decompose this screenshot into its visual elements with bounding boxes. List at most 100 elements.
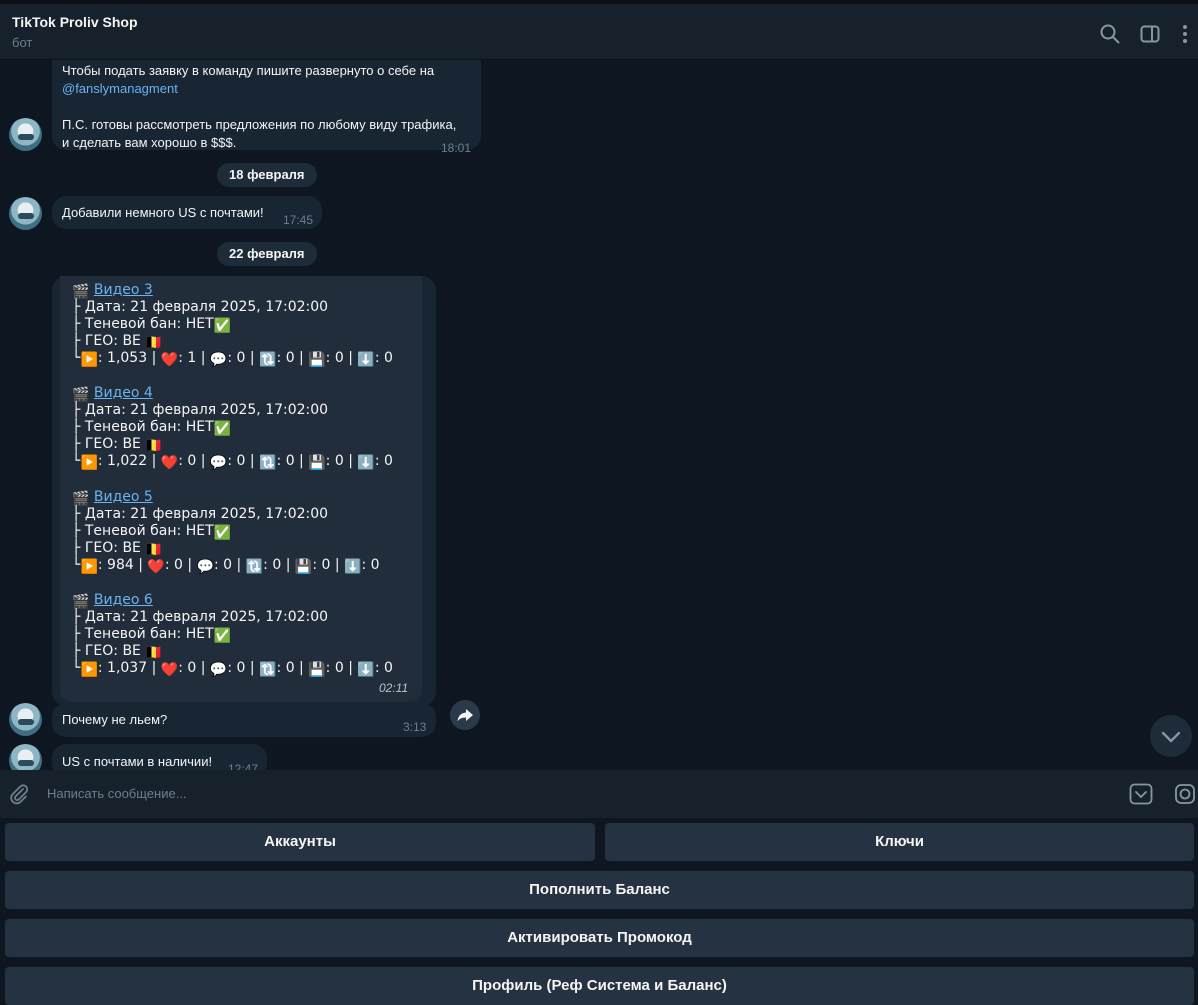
play-icon: ▶️ [80, 559, 98, 575]
topup-balance-button[interactable]: Пополнить Баланс [5, 871, 1194, 909]
chat-history[interactable]: Чтобы подать заявку в команду пишите раз… [0, 60, 1198, 770]
video-shadowban: ├ Теневой бан: НЕТ [72, 316, 214, 332]
downloads-count: 0 [384, 660, 393, 676]
save-icon: 💾 [308, 352, 326, 368]
message-text: и сделать вам хорошо в $$$. [62, 135, 237, 150]
quoted-message[interactable]: 🎬 Видео 3 ├ Дата: 21 февраля 2025, 17:02:… [60, 276, 422, 702]
forward-icon [457, 709, 473, 722]
heart-icon: ❤️ [160, 455, 179, 471]
save-icon: 💾 [294, 559, 313, 575]
play-icon: ▶️ [80, 352, 98, 368]
likes-count: 1 [187, 350, 197, 366]
paperclip-icon[interactable] [8, 783, 30, 805]
views-count: 1,022 [107, 453, 148, 469]
save-icon: 💾 [308, 455, 326, 471]
video-link[interactable]: Видео 4 [94, 385, 153, 401]
message-bubble[interactable]: US с почтами в наличии! 12:47 [52, 744, 267, 770]
video-shadowban: ├ Теневой бан: НЕТ [72, 523, 214, 539]
bot-avatar[interactable] [9, 118, 42, 151]
video-stat-block: 🎬 Видео 4 ├ Дата: 21 февраля 2025, 17:02:… [72, 385, 393, 471]
keys-button[interactable]: Ключи [605, 823, 1194, 861]
comment-icon: 💬 [196, 559, 214, 575]
accounts-button[interactable]: Аккаунты [5, 823, 595, 861]
shares-count: 0 [285, 660, 295, 676]
message-bubble[interactable]: Чтобы подать заявку в команду пишите раз… [52, 60, 481, 155]
sticker-icon[interactable] [1174, 783, 1196, 805]
video-link[interactable]: Видео 5 [94, 489, 153, 505]
download-icon: ⬇️ [357, 662, 375, 678]
bot-avatar[interactable] [9, 744, 42, 770]
heart-icon: ❤️ [160, 662, 179, 678]
message-text: Добавили немного US с почтами! [62, 205, 264, 220]
likes-count: 0 [174, 557, 183, 573]
downloads-count: 0 [384, 350, 393, 366]
message-bubble[interactable]: Почему не льем? 3:13 [52, 703, 436, 737]
checkmark-icon: ✅ [213, 318, 232, 334]
activate-promocode-button[interactable]: Активировать Промокод [5, 919, 1194, 957]
message-input[interactable]: Написать сообщение... [47, 786, 187, 801]
video-geo: ├ ГЕО: BE [72, 333, 141, 349]
message-composer: Написать сообщение... [0, 770, 1198, 818]
video-geo: ├ ГЕО: BE [72, 436, 141, 452]
saves-count: 0 [334, 660, 344, 676]
play-icon: ▶️ [80, 455, 98, 471]
video-link[interactable]: Видео 6 [94, 592, 153, 608]
bot-keyboard-icon[interactable] [1129, 783, 1153, 805]
video-stat-block: 🎬 Видео 5 ├ Дата: 21 февраля 2025, 17:02:… [72, 489, 380, 575]
video-date: ├ Дата: 21 февраля 2025, 17:02:00 [72, 299, 329, 315]
message-time: 18:01 [441, 141, 472, 155]
repost-icon: 🔃 [259, 662, 277, 678]
username-link[interactable]: @fanslymanagment [62, 80, 178, 98]
video-date: ├ Дата: 21 февраля 2025, 17:02:00 [72, 506, 329, 522]
message-text: US с почтами в наличии! [62, 754, 213, 769]
more-vertical-icon[interactable] [1174, 23, 1196, 45]
video-geo: ├ ГЕО: BE [72, 643, 141, 659]
message-time: 02:11 [379, 681, 409, 695]
saves-count: 0 [334, 453, 344, 469]
repost-icon: 🔃 [245, 559, 264, 575]
repost-icon: 🔃 [259, 455, 277, 471]
message-bubble[interactable]: Добавили немного US с почтами! 17:45 [52, 196, 322, 229]
views-count: 984 [107, 557, 134, 573]
download-icon: ⬇️ [357, 455, 375, 471]
checkmark-icon: ✅ [213, 421, 232, 437]
chat-title[interactable]: TikTok Proliv Shop [12, 14, 138, 30]
video-stat-block: 🎬 Видео 6 ├ Дата: 21 февраля 2025, 17:02:… [72, 592, 393, 678]
comments-count: 0 [236, 453, 246, 469]
video-link[interactable]: Видео 3 [94, 282, 153, 298]
chevron-down-icon [1161, 731, 1181, 743]
downloads-count: 0 [384, 453, 393, 469]
message-text: Почему не льем? [62, 712, 168, 727]
comments-count: 0 [223, 557, 233, 573]
bot-avatar[interactable] [9, 197, 42, 230]
video-geo: ├ ГЕО: BE [72, 540, 141, 556]
shares-count: 0 [285, 350, 295, 366]
video-stat-block: 🎬 Видео 3 ├ Дата: 21 февраля 2025, 17:02:… [72, 282, 393, 368]
message-time: 12:47 [228, 762, 259, 770]
heart-icon: ❤️ [147, 559, 165, 575]
sidebar-toggle-icon[interactable] [1139, 23, 1161, 45]
video-date: ├ Дата: 21 февраля 2025, 17:02:00 [72, 402, 329, 418]
shares-count: 0 [272, 557, 282, 573]
comment-icon: 💬 [209, 662, 228, 678]
likes-count: 0 [187, 453, 197, 469]
search-icon[interactable] [1099, 23, 1121, 45]
scroll-down-button[interactable] [1150, 715, 1192, 757]
date-separator: 22 февраля [217, 242, 317, 266]
message-text: П.С. готовы рассмотреть предложения по л… [62, 117, 457, 132]
checkmark-icon: ✅ [213, 628, 232, 644]
chat-subtitle: бот [12, 35, 33, 50]
profile-button[interactable]: Профиль (Реф Система и Баланс) [5, 967, 1194, 1005]
comment-icon: 💬 [209, 455, 228, 471]
repost-icon: 🔃 [259, 352, 277, 368]
views-count: 1,037 [107, 660, 148, 676]
video-stats-bubble[interactable]: 🎬 Видео 3 ├ Дата: 21 февраля 2025, 17:02:… [52, 276, 436, 706]
downloads-count: 0 [370, 557, 380, 573]
video-date: ├ Дата: 21 февраля 2025, 17:02:00 [72, 609, 329, 625]
forward-button[interactable] [450, 700, 480, 730]
message-time: 17:45 [283, 213, 314, 227]
bot-avatar[interactable] [9, 703, 42, 736]
chat-header: TikTok Proliv Shop бот [0, 0, 1198, 60]
message-text: Чтобы подать заявку в команду пишите раз… [62, 63, 435, 78]
heart-icon: ❤️ [160, 352, 179, 368]
